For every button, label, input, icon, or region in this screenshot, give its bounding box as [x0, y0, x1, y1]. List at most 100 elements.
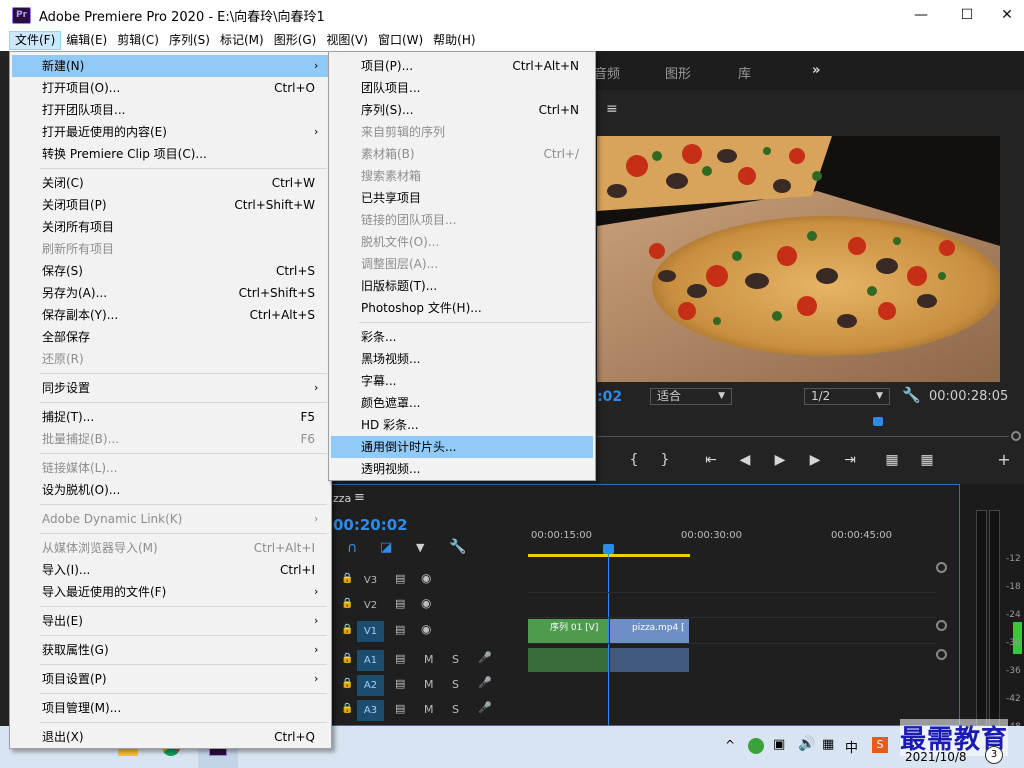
menu-6[interactable]: 视图(V) — [321, 31, 373, 50]
monitor-time-ruler[interactable] — [597, 417, 1009, 430]
new_submenu-item-16[interactable]: 颜色遮罩... — [331, 392, 593, 414]
timeline-settings-icon[interactable]: 🔧 — [449, 539, 466, 555]
playhead-timecode[interactable]: :02 — [597, 389, 622, 405]
new_submenu-item-10[interactable]: 旧版标题(T)... — [331, 275, 593, 297]
file_menu-item-32[interactable]: 获取属性(G) › — [12, 639, 329, 661]
new_submenu-item-19[interactable]: 透明视频... — [331, 458, 593, 480]
mark-in-button[interactable]: { — [625, 452, 643, 468]
mute-button[interactable]: M — [424, 653, 434, 666]
go-to-in-button[interactable]: ⇤ — [702, 452, 720, 468]
menu-0[interactable]: 文件(F) — [9, 31, 62, 50]
new_submenu-item-8[interactable]: 脱机文件(O)... — [331, 231, 593, 253]
lock-icon[interactable]: 🔒 — [341, 624, 353, 635]
track-target-v1[interactable]: V1 — [357, 621, 384, 642]
solo-button[interactable]: S — [452, 653, 459, 666]
file_menu-item-2[interactable]: 打开团队项目... — [12, 99, 329, 121]
go-to-out-button[interactable]: ⇥ — [841, 452, 859, 468]
scroll-handle[interactable] — [936, 620, 947, 631]
file_menu-item-13[interactable]: 全部保存 — [12, 326, 329, 348]
file_menu-item-3[interactable]: 打开最近使用的内容(E) › — [12, 121, 329, 143]
file_menu-item-12[interactable]: 保存副本(Y)... Ctrl+Alt+S — [12, 304, 329, 326]
maximize-button[interactable]: ☐ — [944, 0, 990, 30]
file_menu-item-4[interactable]: 转换 Premiere Clip 项目(C)... — [12, 143, 329, 165]
file_menu-item-14[interactable]: 还原(R) — [12, 348, 329, 370]
sync-lock-icon[interactable]: ▤ — [395, 623, 405, 636]
file_menu-item-7[interactable]: 关闭项目(P) Ctrl+Shift+W — [12, 194, 329, 216]
panel-menu-icon[interactable]: ≡ — [606, 101, 618, 117]
new_submenu-item-7[interactable]: 链接的团队项目... — [331, 209, 593, 231]
file_menu-item-16[interactable]: 同步设置 › — [12, 377, 329, 399]
solo-button[interactable]: S — [452, 678, 459, 691]
lift-button[interactable]: ▦ — [883, 452, 901, 468]
new_submenu-item-0[interactable]: 项目(P)... Ctrl+Alt+N — [331, 55, 593, 77]
file_menu-item-9[interactable]: 刷新所有项目 — [12, 238, 329, 260]
monitor-playhead[interactable] — [873, 417, 883, 426]
wrench-icon[interactable]: 🔧 — [902, 386, 921, 404]
extract-button[interactable]: ▦ — [918, 452, 936, 468]
sequence-tab[interactable]: zza — [333, 492, 351, 505]
mute-button[interactable]: M — [424, 703, 434, 716]
more-tabs-icon[interactable]: » — [812, 63, 820, 78]
tab-libraries[interactable]: 库 — [738, 63, 751, 82]
file_menu-item-6[interactable]: 关闭(C) Ctrl+W — [12, 172, 329, 194]
tab-graphics[interactable]: 图形 — [665, 63, 691, 82]
track-target-a2[interactable]: A2 — [357, 675, 384, 696]
sync-lock-icon[interactable]: ▤ — [395, 702, 405, 715]
new_submenu-item-1[interactable]: 团队项目... — [331, 77, 593, 99]
work-area-bar[interactable] — [528, 554, 690, 557]
menu-2[interactable]: 剪辑(C) — [112, 31, 164, 50]
lock-icon[interactable]: 🔒 — [341, 653, 353, 664]
menu-5[interactable]: 图形(G) — [269, 31, 322, 50]
volume-icon[interactable]: 🔊 — [798, 736, 815, 752]
new_submenu-item-15[interactable]: 字幕... — [331, 370, 593, 392]
notification-center-icon[interactable]: 3 — [985, 746, 1003, 764]
file_menu-item-30[interactable]: 导出(E) › — [12, 610, 329, 632]
file_menu-item-36[interactable]: 项目管理(M)... — [12, 697, 329, 719]
new_submenu-item-4[interactable]: 素材箱(B) Ctrl+/ — [331, 143, 593, 165]
mute-button[interactable]: M — [424, 678, 434, 691]
new_submenu-item-17[interactable]: HD 彩条... — [331, 414, 593, 436]
microphone-icon[interactable]: 🎤 — [478, 651, 492, 664]
microphone-icon[interactable]: 🎤 — [478, 676, 492, 689]
network-icon[interactable]: ▣ — [773, 737, 785, 752]
minimize-button[interactable]: — — [898, 0, 944, 30]
resolution-dropdown[interactable]: 1/2 ▼ — [804, 388, 890, 405]
ime-indicator[interactable]: 中 — [845, 737, 858, 756]
clip-pizza-audio[interactable] — [610, 648, 689, 672]
file_menu-item-28[interactable]: 导入最近使用的文件(F) › — [12, 581, 329, 603]
new_submenu-item-13[interactable]: 彩条... — [331, 326, 593, 348]
sync-lock-icon[interactable]: ▤ — [395, 652, 405, 665]
tray-chevron-up-icon[interactable]: ^ — [725, 738, 735, 752]
new_submenu-item-6[interactable]: 已共享项目 — [331, 187, 593, 209]
linked-selection-icon[interactable]: ◪ — [380, 540, 392, 555]
close-button[interactable]: ✕ — [990, 0, 1024, 30]
timeline-playhead-handle[interactable] — [603, 544, 614, 554]
file_menu-item-18[interactable]: 捕捉(T)... F5 — [12, 406, 329, 428]
marker-icon[interactable]: ▼ — [416, 541, 424, 554]
clip-sequence-audio[interactable] — [528, 648, 608, 672]
file_menu-item-27[interactable]: 导入(I)... Ctrl+I — [12, 559, 329, 581]
eye-icon[interactable]: ◉ — [421, 596, 431, 610]
sync-lock-icon[interactable]: ▤ — [395, 572, 405, 585]
track-target-v3[interactable]: V3 — [357, 570, 384, 591]
new_submenu-item-2[interactable]: 序列(S)... Ctrl+N — [331, 99, 593, 121]
file_menu-item-11[interactable]: 另存为(A)... Ctrl+Shift+S — [12, 282, 329, 304]
timeline-timecode[interactable]: 00:20:02 — [333, 516, 408, 534]
step-back-icon[interactable]: ◀ — [736, 452, 754, 468]
lock-icon[interactable]: 🔒 — [341, 678, 353, 689]
sequence-menu-icon[interactable]: ≡ — [354, 490, 365, 505]
battery-icon[interactable]: ▦ — [822, 737, 834, 752]
monitor-zoom-track[interactable] — [597, 436, 1009, 437]
menu-3[interactable]: 序列(S) — [164, 31, 215, 50]
tray-app-icon[interactable] — [748, 738, 764, 754]
scroll-handle[interactable] — [936, 649, 947, 660]
new_submenu-item-18[interactable]: 通用倒计时片头... — [331, 436, 593, 458]
solo-button[interactable]: S — [452, 703, 459, 716]
clip-pizza-video[interactable]: pizza.mp4 [ — [610, 619, 689, 643]
fit-dropdown[interactable]: 适合 ▼ — [650, 388, 732, 405]
add-button[interactable]: + — [995, 450, 1013, 469]
play-button[interactable]: ▶ — [771, 452, 789, 468]
new_submenu-item-14[interactable]: 黑场视频... — [331, 348, 593, 370]
tray-date[interactable]: 2021/10/8 — [905, 750, 967, 764]
track-target-a1[interactable]: A1 — [357, 650, 384, 671]
